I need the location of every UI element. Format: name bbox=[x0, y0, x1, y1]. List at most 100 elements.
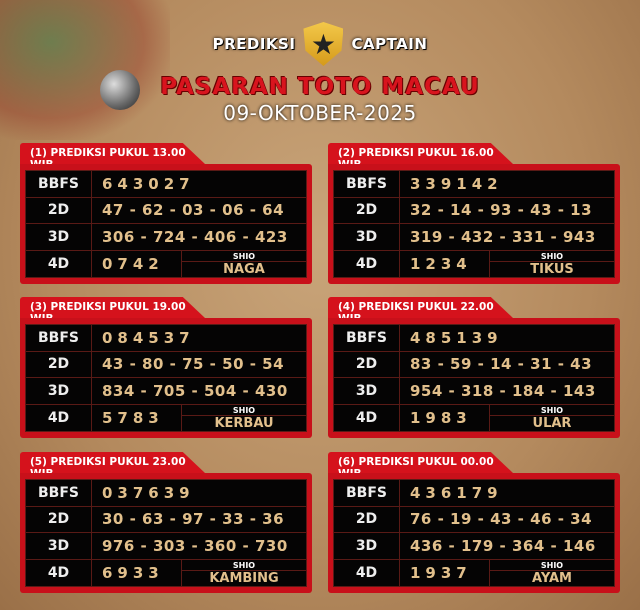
card-frame: BBFS 485139 2D 83 - 59 - 14 - 31 - 43 3D 95… bbox=[328, 318, 620, 438]
row-2d: 2D 32 - 14 - 93 - 43 - 13 bbox=[333, 196, 615, 224]
row-label: 2D bbox=[25, 505, 92, 533]
row-bbfs: BBFS 037639 bbox=[25, 479, 307, 507]
row-bbfs: BBFS 084537 bbox=[25, 324, 307, 352]
bbfs-value: 339142 bbox=[399, 170, 615, 198]
shio-value: ULAR bbox=[532, 415, 572, 431]
shio-value: NAGA bbox=[223, 261, 265, 277]
card-frame: BBFS 339142 2D 32 - 14 - 93 - 43 - 13 3D 31… bbox=[328, 164, 620, 284]
row-label: 3D bbox=[333, 223, 400, 251]
prediction-table: BBFS 339142 2D 32 - 14 - 93 - 43 - 13 3D 31… bbox=[333, 170, 615, 278]
shio-label: SHIO bbox=[182, 405, 306, 416]
row-bbfs: BBFS 485139 bbox=[333, 324, 615, 352]
prediction-table: BBFS 436179 2D 76 - 19 - 43 - 46 - 34 3D 43… bbox=[333, 479, 615, 587]
row-4d: 4D 0742 SHIO NAGA bbox=[25, 249, 307, 278]
row-4d: 4D 5783 SHIO KERBAU bbox=[25, 403, 307, 432]
3d-value: 976 - 303 - 360 - 730 bbox=[91, 532, 307, 560]
row-label: 3D bbox=[25, 223, 92, 251]
row-bbfs: BBFS 436179 bbox=[333, 479, 615, 507]
3d-value: 954 - 318 - 184 - 143 bbox=[399, 377, 615, 405]
row-label: 4D bbox=[333, 249, 400, 278]
shio-cell: SHIO ULAR bbox=[489, 403, 615, 432]
row-label: 2D bbox=[333, 350, 400, 378]
shio-cell: SHIO KAMBING bbox=[181, 558, 307, 587]
shio-cell: SHIO KERBAU bbox=[181, 403, 307, 432]
row-label: BBFS bbox=[25, 324, 92, 352]
row-2d: 2D 83 - 59 - 14 - 31 - 43 bbox=[333, 350, 615, 378]
row-2d: 2D 47 - 62 - 03 - 06 - 64 bbox=[25, 196, 307, 224]
shio-label: SHIO bbox=[490, 405, 614, 416]
2d-value: 32 - 14 - 93 - 43 - 13 bbox=[399, 196, 615, 224]
row-label: 4D bbox=[333, 558, 400, 587]
brand-logo: PREDIKSI ★ CAPTAIN bbox=[0, 22, 640, 66]
row-label: 4D bbox=[25, 249, 92, 278]
prediction-table: BBFS 485139 2D 83 - 59 - 14 - 31 - 43 3D 95… bbox=[333, 324, 615, 432]
4d-value: 6933 bbox=[91, 558, 182, 587]
row-label: 3D bbox=[25, 532, 92, 560]
2d-value: 83 - 59 - 14 - 31 - 43 bbox=[399, 350, 615, 378]
3d-value: 319 - 432 - 331 - 943 bbox=[399, 223, 615, 251]
prediction-card: (2) PREDIKSI PUKUL 16.00 WIB BBFS339142 … bbox=[328, 143, 620, 284]
row-label: 3D bbox=[333, 532, 400, 560]
row-2d: 2D 30 - 63 - 97 - 33 - 36 bbox=[25, 505, 307, 533]
shio-label: SHIO bbox=[182, 251, 306, 262]
prediction-table: BBFS 037639 2D 30 - 63 - 97 - 33 - 36 3D 97… bbox=[25, 479, 307, 587]
row-bbfs: BBFS 643027 bbox=[25, 170, 307, 198]
3d-value: 834 - 705 - 504 - 430 bbox=[91, 377, 307, 405]
prediction-card: (6) PREDIKSI PUKUL 00.00 WIB BBFS436179 … bbox=[328, 452, 620, 593]
row-label: BBFS bbox=[333, 324, 400, 352]
bbfs-value: 485139 bbox=[399, 324, 615, 352]
row-3d: 3D 976 - 303 - 360 - 730 bbox=[25, 532, 307, 560]
row-label: BBFS bbox=[333, 479, 400, 507]
star-shield-icon: ★ bbox=[303, 22, 344, 66]
bbfs-value: 037639 bbox=[91, 479, 307, 507]
row-4d: 4D 1983 SHIO ULAR bbox=[333, 403, 615, 432]
row-label: 3D bbox=[25, 377, 92, 405]
row-3d: 3D 834 - 705 - 504 - 430 bbox=[25, 377, 307, 405]
3d-value: 306 - 724 - 406 - 423 bbox=[91, 223, 307, 251]
row-4d: 4D 1937 SHIO AYAM bbox=[333, 558, 615, 587]
shio-cell: SHIO NAGA bbox=[181, 249, 307, 278]
row-4d: 4D 6933 SHIO KAMBING bbox=[25, 558, 307, 587]
bbfs-value: 436179 bbox=[399, 479, 615, 507]
brand-left: PREDIKSI bbox=[212, 35, 296, 53]
shio-value: TIKUS bbox=[530, 261, 574, 277]
prediction-card: (5) PREDIKSI PUKUL 23.00 WIB BBFS037639 … bbox=[20, 452, 312, 593]
shio-label: SHIO bbox=[490, 251, 614, 262]
row-2d: 2D 43 - 80 - 75 - 50 - 54 bbox=[25, 350, 307, 378]
shio-label: SHIO bbox=[182, 560, 306, 571]
4d-value: 1983 bbox=[399, 403, 490, 432]
row-label: 4D bbox=[333, 403, 400, 432]
row-2d: 2D 76 - 19 - 43 - 46 - 34 bbox=[333, 505, 615, 533]
shio-cell: SHIO AYAM bbox=[489, 558, 615, 587]
row-label: 3D bbox=[333, 377, 400, 405]
brand-right: CAPTAIN bbox=[351, 35, 428, 53]
card-frame: BBFS 037639 2D 30 - 63 - 97 - 33 - 36 3D 97… bbox=[20, 473, 312, 593]
2d-value: 76 - 19 - 43 - 46 - 34 bbox=[399, 505, 615, 533]
bbfs-value: 643027 bbox=[91, 170, 307, 198]
card-title: (5) PREDIKSI PUKUL 23.00 WIB bbox=[20, 452, 205, 473]
shio-label: SHIO bbox=[490, 560, 614, 571]
row-3d: 3D 319 - 432 - 331 - 943 bbox=[333, 223, 615, 251]
prediction-card: (4) PREDIKSI PUKUL 22.00 WIB BBFS485139 … bbox=[328, 297, 620, 438]
row-3d: 3D 436 - 179 - 364 - 146 bbox=[333, 532, 615, 560]
row-label: 2D bbox=[333, 196, 400, 224]
card-title: (6) PREDIKSI PUKUL 00.00 WIB bbox=[328, 452, 513, 473]
page-date: 09-OKTOBER-2025 bbox=[223, 101, 417, 125]
card-title: (4) PREDIKSI PUKUL 22.00 WIB bbox=[328, 297, 513, 318]
2d-value: 47 - 62 - 03 - 06 - 64 bbox=[91, 196, 307, 224]
row-label: 2D bbox=[25, 350, 92, 378]
card-title: (2) PREDIKSI PUKUL 16.00 WIB bbox=[328, 143, 513, 164]
shio-value: AYAM bbox=[532, 570, 572, 586]
shio-value: KERBAU bbox=[214, 415, 274, 431]
4d-value: 5783 bbox=[91, 403, 182, 432]
2d-value: 30 - 63 - 97 - 33 - 36 bbox=[91, 505, 307, 533]
2d-value: 43 - 80 - 75 - 50 - 54 bbox=[91, 350, 307, 378]
row-4d: 4D 1234 SHIO TIKUS bbox=[333, 249, 615, 278]
card-frame: BBFS 436179 2D 76 - 19 - 43 - 46 - 34 3D 43… bbox=[328, 473, 620, 593]
bbfs-value: 084537 bbox=[91, 324, 307, 352]
row-3d: 3D 306 - 724 - 406 - 423 bbox=[25, 223, 307, 251]
prediction-card: (3) PREDIKSI PUKUL 19.00 WIB BBFS084537 … bbox=[20, 297, 312, 438]
4d-value: 0742 bbox=[91, 249, 182, 278]
row-label: 2D bbox=[25, 196, 92, 224]
card-title: (1) PREDIKSI PUKUL 13.00 WIB bbox=[20, 143, 205, 164]
